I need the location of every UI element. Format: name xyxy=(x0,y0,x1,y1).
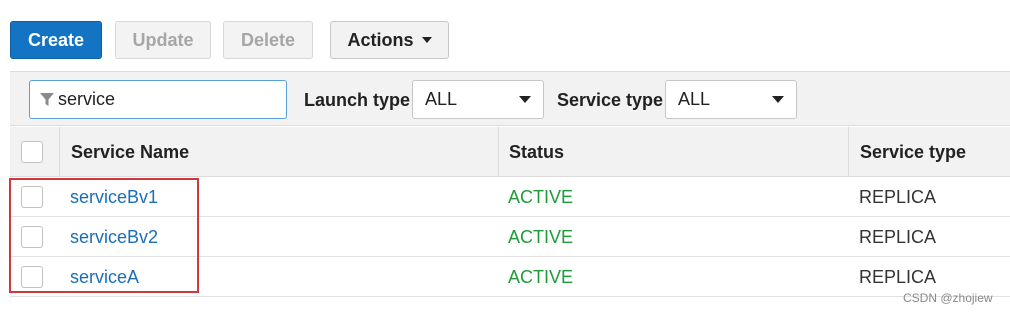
row-checkbox[interactable] xyxy=(21,186,43,208)
actions-label: Actions xyxy=(347,29,414,50)
column-header-service-type[interactable]: Service type xyxy=(860,127,966,177)
chevron-down-icon xyxy=(772,96,784,103)
table-row[interactable]: serviceA ACTIVE REPLICA xyxy=(10,257,1010,297)
column-header-service-name[interactable]: Service Name xyxy=(71,127,189,177)
watermark: CSDN @zhojiew xyxy=(903,291,993,305)
update-button[interactable]: Update xyxy=(115,21,211,59)
service-type-label: Service type xyxy=(557,90,664,110)
status-value: ACTIVE xyxy=(508,266,574,287)
select-all-checkbox[interactable] xyxy=(21,141,43,163)
delete-button[interactable]: Delete xyxy=(223,21,313,59)
launch-type-value: ALL xyxy=(425,89,458,109)
search-box[interactable] xyxy=(29,80,287,119)
column-divider xyxy=(59,127,60,177)
status-value: ACTIVE xyxy=(508,186,574,207)
service-type-value: ALL xyxy=(678,89,711,109)
chevron-down-icon xyxy=(519,96,531,103)
launch-type-select[interactable]: ALL xyxy=(412,80,544,119)
caret-down-icon xyxy=(421,37,432,43)
table-row[interactable]: serviceBv2 ACTIVE REPLICA xyxy=(10,217,1010,257)
filter-funnel-icon xyxy=(40,92,54,106)
create-button[interactable]: Create xyxy=(10,21,102,59)
actions-button[interactable]: Actions xyxy=(330,21,449,59)
service-type-select[interactable]: ALL xyxy=(665,80,797,119)
row-checkbox[interactable] xyxy=(21,226,43,248)
row-checkbox[interactable] xyxy=(21,266,43,288)
search-input[interactable] xyxy=(58,89,258,110)
table-header: Service Name Status Service type xyxy=(10,127,1010,177)
service-name-link[interactable]: serviceBv1 xyxy=(70,177,158,217)
status-value: ACTIVE xyxy=(508,226,574,247)
column-header-status[interactable]: Status xyxy=(509,127,564,177)
column-divider xyxy=(498,127,499,177)
service-name-link[interactable]: serviceBv2 xyxy=(70,217,158,257)
filter-bar: Launch type ALL Service type ALL xyxy=(10,71,1010,126)
service-type-value: REPLICA xyxy=(859,186,937,207)
column-divider xyxy=(848,127,849,177)
service-type-value: REPLICA xyxy=(859,226,937,247)
table-row[interactable]: serviceBv1 ACTIVE REPLICA xyxy=(10,177,1010,217)
service-name-link[interactable]: serviceA xyxy=(70,257,139,297)
launch-type-label: Launch type xyxy=(304,90,411,110)
